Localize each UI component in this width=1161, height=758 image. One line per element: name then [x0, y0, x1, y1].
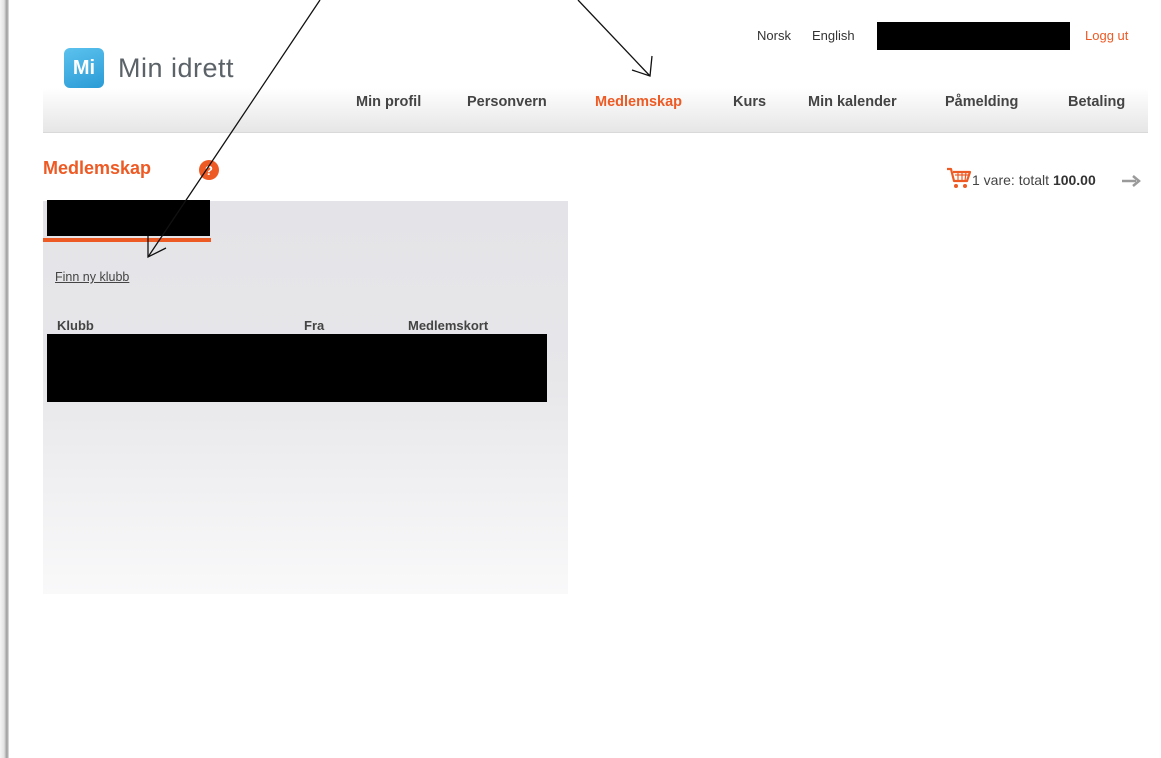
annotation-arrow-left	[147, 0, 321, 259]
annotation-arrows	[147, 0, 653, 259]
annotation-arrow-right	[577, 0, 653, 77]
